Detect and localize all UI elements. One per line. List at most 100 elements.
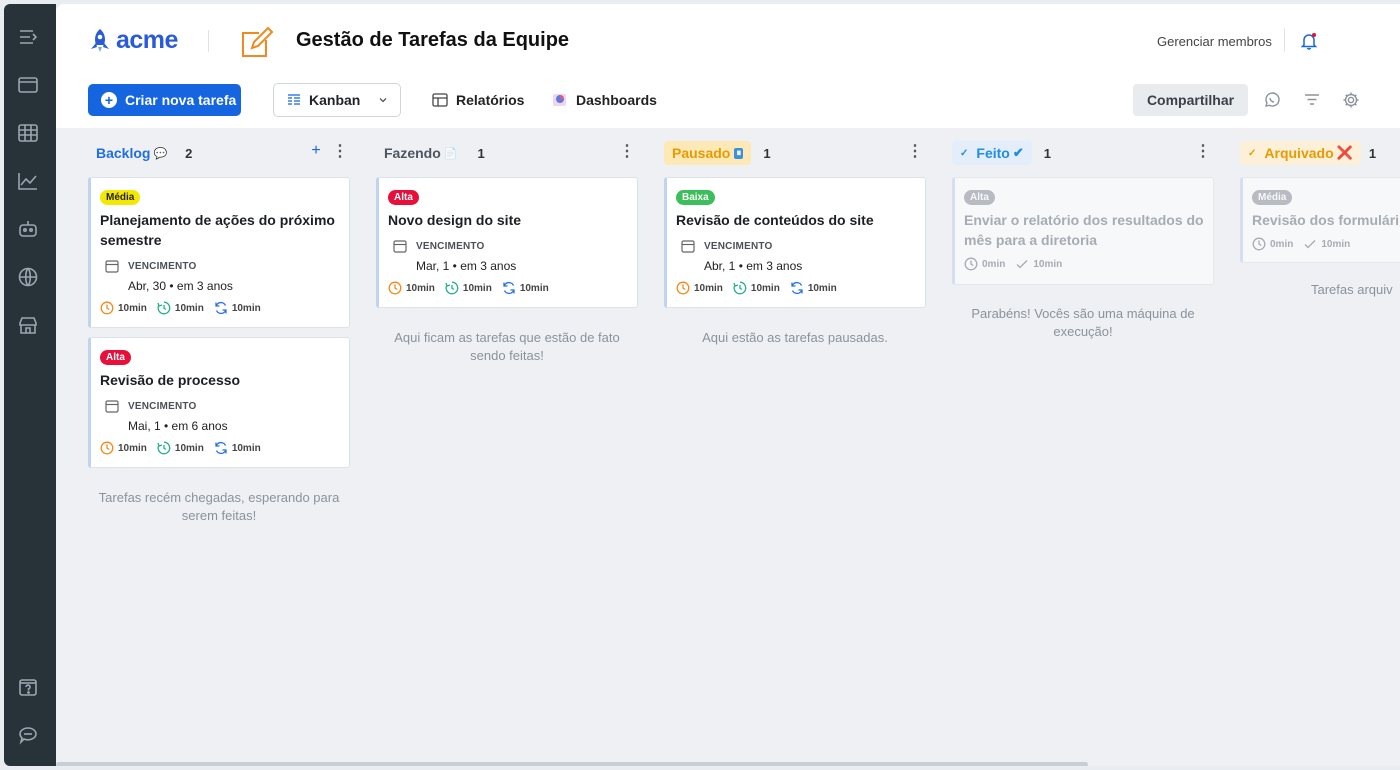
task-card[interactable]: Alta Revisão de processo VENCIMENTO Mai,…: [88, 337, 350, 468]
metric-value: 10min: [519, 282, 549, 294]
calendar-icon: [105, 259, 119, 273]
logo-text: acme: [116, 26, 178, 54]
column-header-fazendo: Fazendo 📄 1: [376, 140, 485, 166]
column-note: Aqui estão as tarefas pausadas.: [702, 330, 888, 345]
add-card-button[interactable]: +: [306, 141, 326, 161]
horizontal-scrollbar[interactable]: [56, 762, 1088, 766]
priority-badge: Média: [100, 190, 141, 205]
task-card[interactable]: Média Planejamento de ações do próximo s…: [88, 177, 350, 328]
view-select[interactable]: Kanban: [273, 83, 401, 117]
clock-icon: [676, 281, 690, 295]
column-count: 1: [477, 145, 485, 161]
card-metrics: 0min 10min: [964, 257, 1072, 271]
column-header-arquivado: ✓ Arquivado ❌ 1: [1240, 140, 1376, 166]
store-icon[interactable]: [17, 314, 39, 336]
priority-badge: Alta: [100, 350, 131, 365]
check-icon: [1304, 240, 1316, 249]
plus-icon: +: [101, 92, 117, 108]
chart-icon[interactable]: [17, 170, 39, 192]
column-menu-icon[interactable]: ⋮: [332, 142, 348, 162]
card-metrics: 10min 10min 10min: [676, 281, 847, 295]
card-title: Novo design do site: [388, 212, 522, 228]
column-note: Tarefas recém chegadas, esperando para s…: [98, 490, 340, 523]
card-title: Enviar o relatório dos resultados do mês…: [964, 212, 1204, 248]
due-value: Abr, 30 • em 3 anos: [128, 279, 233, 293]
table-icon: [432, 93, 448, 107]
column-menu-icon[interactable]: ⋮: [619, 142, 635, 162]
task-card[interactable]: Média Revisão dos formulári 0min 10min: [1240, 177, 1400, 263]
whatsapp-icon[interactable]: [1262, 90, 1282, 110]
help-icon[interactable]: [17, 676, 39, 698]
due-value: Abr, 1 • em 3 anos: [704, 259, 803, 273]
metric-value: 10min: [1033, 258, 1063, 270]
timer-icon: [733, 281, 747, 295]
column-count: 2: [185, 145, 193, 161]
card-metrics: 10min 10min 10min: [100, 441, 271, 455]
metric-value: 10min: [807, 282, 837, 294]
column-title[interactable]: Fazendo 📄: [376, 141, 465, 165]
card-title: Revisão de conteúdos do site: [676, 212, 874, 228]
metric-value: 10min: [174, 442, 204, 454]
due-label: VENCIMENTO: [416, 241, 485, 252]
card-title: Planejamento de ações do próximo semestr…: [100, 212, 335, 248]
gear-icon[interactable]: [1341, 90, 1361, 110]
bell-icon[interactable]: [1299, 31, 1319, 51]
filter-icon[interactable]: [1302, 90, 1322, 110]
dashboards-label: Dashboards: [576, 92, 657, 108]
create-task-button[interactable]: + Criar nova tarefa: [88, 84, 241, 116]
sync-icon: [215, 441, 227, 455]
menu-expand-icon[interactable]: [17, 26, 39, 48]
sync-icon: [215, 301, 227, 315]
column-title[interactable]: Pausado ⏸: [664, 141, 752, 165]
column-menu-icon[interactable]: ⋮: [1195, 142, 1211, 162]
timer-icon: [157, 441, 171, 455]
kanban-icon: [288, 94, 300, 105]
priority-badge: Baixa: [676, 190, 715, 205]
card-metrics: 0min 10min: [1252, 237, 1360, 251]
sidebar: [4, 4, 56, 766]
chevron-down-icon: [379, 98, 387, 103]
globe-icon[interactable]: [17, 266, 39, 288]
column-note: Aqui ficam as tarefas que estão de fato …: [394, 330, 620, 363]
timer-icon: [157, 301, 171, 315]
metric-value: 10min: [462, 282, 492, 294]
chat-icon[interactable]: [17, 724, 39, 746]
column-note: Tarefas arquiv: [1311, 282, 1393, 297]
task-card[interactable]: Alta Novo design do site VENCIMENTO Mar,…: [376, 177, 638, 308]
column-title[interactable]: Backlog 💬: [88, 141, 175, 165]
create-task-label: Criar nova tarefa: [125, 92, 237, 108]
robot-icon[interactable]: [17, 218, 39, 240]
clock-icon: [964, 257, 978, 271]
column-header-backlog: Backlog 💬 2: [88, 140, 192, 166]
metric-value: 10min: [694, 282, 723, 294]
check-icon: [1016, 260, 1028, 269]
share-button[interactable]: Compartilhar: [1133, 84, 1248, 116]
column-menu-icon[interactable]: ⋮: [907, 142, 923, 162]
due-label: VENCIMENTO: [704, 241, 773, 252]
metric-value: 0min: [982, 258, 1006, 270]
manage-members-link[interactable]: Gerenciar membros: [1157, 34, 1272, 49]
calendar-icon: [105, 399, 119, 413]
due-value: Mai, 1 • em 6 anos: [128, 419, 228, 433]
clock-icon: [100, 441, 114, 455]
window-icon[interactable]: [17, 74, 39, 96]
app-main: acme Gestão de Tarefas da Equipe Gerenci…: [56, 4, 1400, 766]
priority-badge: Média: [1252, 190, 1293, 205]
sync-icon: [503, 281, 515, 295]
reports-link[interactable]: Relatórios: [432, 92, 524, 108]
table-icon[interactable]: [17, 122, 39, 144]
calendar-icon: [681, 239, 695, 253]
priority-badge: Alta: [388, 190, 419, 205]
column-count: 1: [1043, 145, 1051, 161]
column-count: 1: [763, 145, 771, 161]
task-card[interactable]: Baixa Revisão de conteúdos do site VENCI…: [664, 177, 926, 308]
logo[interactable]: acme: [88, 26, 178, 55]
board-title: Gestão de Tarefas da Equipe: [296, 29, 570, 51]
metric-value: 10min: [406, 282, 435, 294]
clock-icon: [1252, 237, 1266, 251]
column-title[interactable]: ✓ Arquivado ❌: [1240, 141, 1361, 165]
task-card[interactable]: Alta Enviar o relatório dos resultados d…: [952, 177, 1214, 285]
column-title[interactable]: ✓ Feito ✔: [952, 141, 1032, 165]
dashboards-link[interactable]: Dashboards: [552, 92, 657, 108]
due-label: VENCIMENTO: [128, 261, 197, 272]
